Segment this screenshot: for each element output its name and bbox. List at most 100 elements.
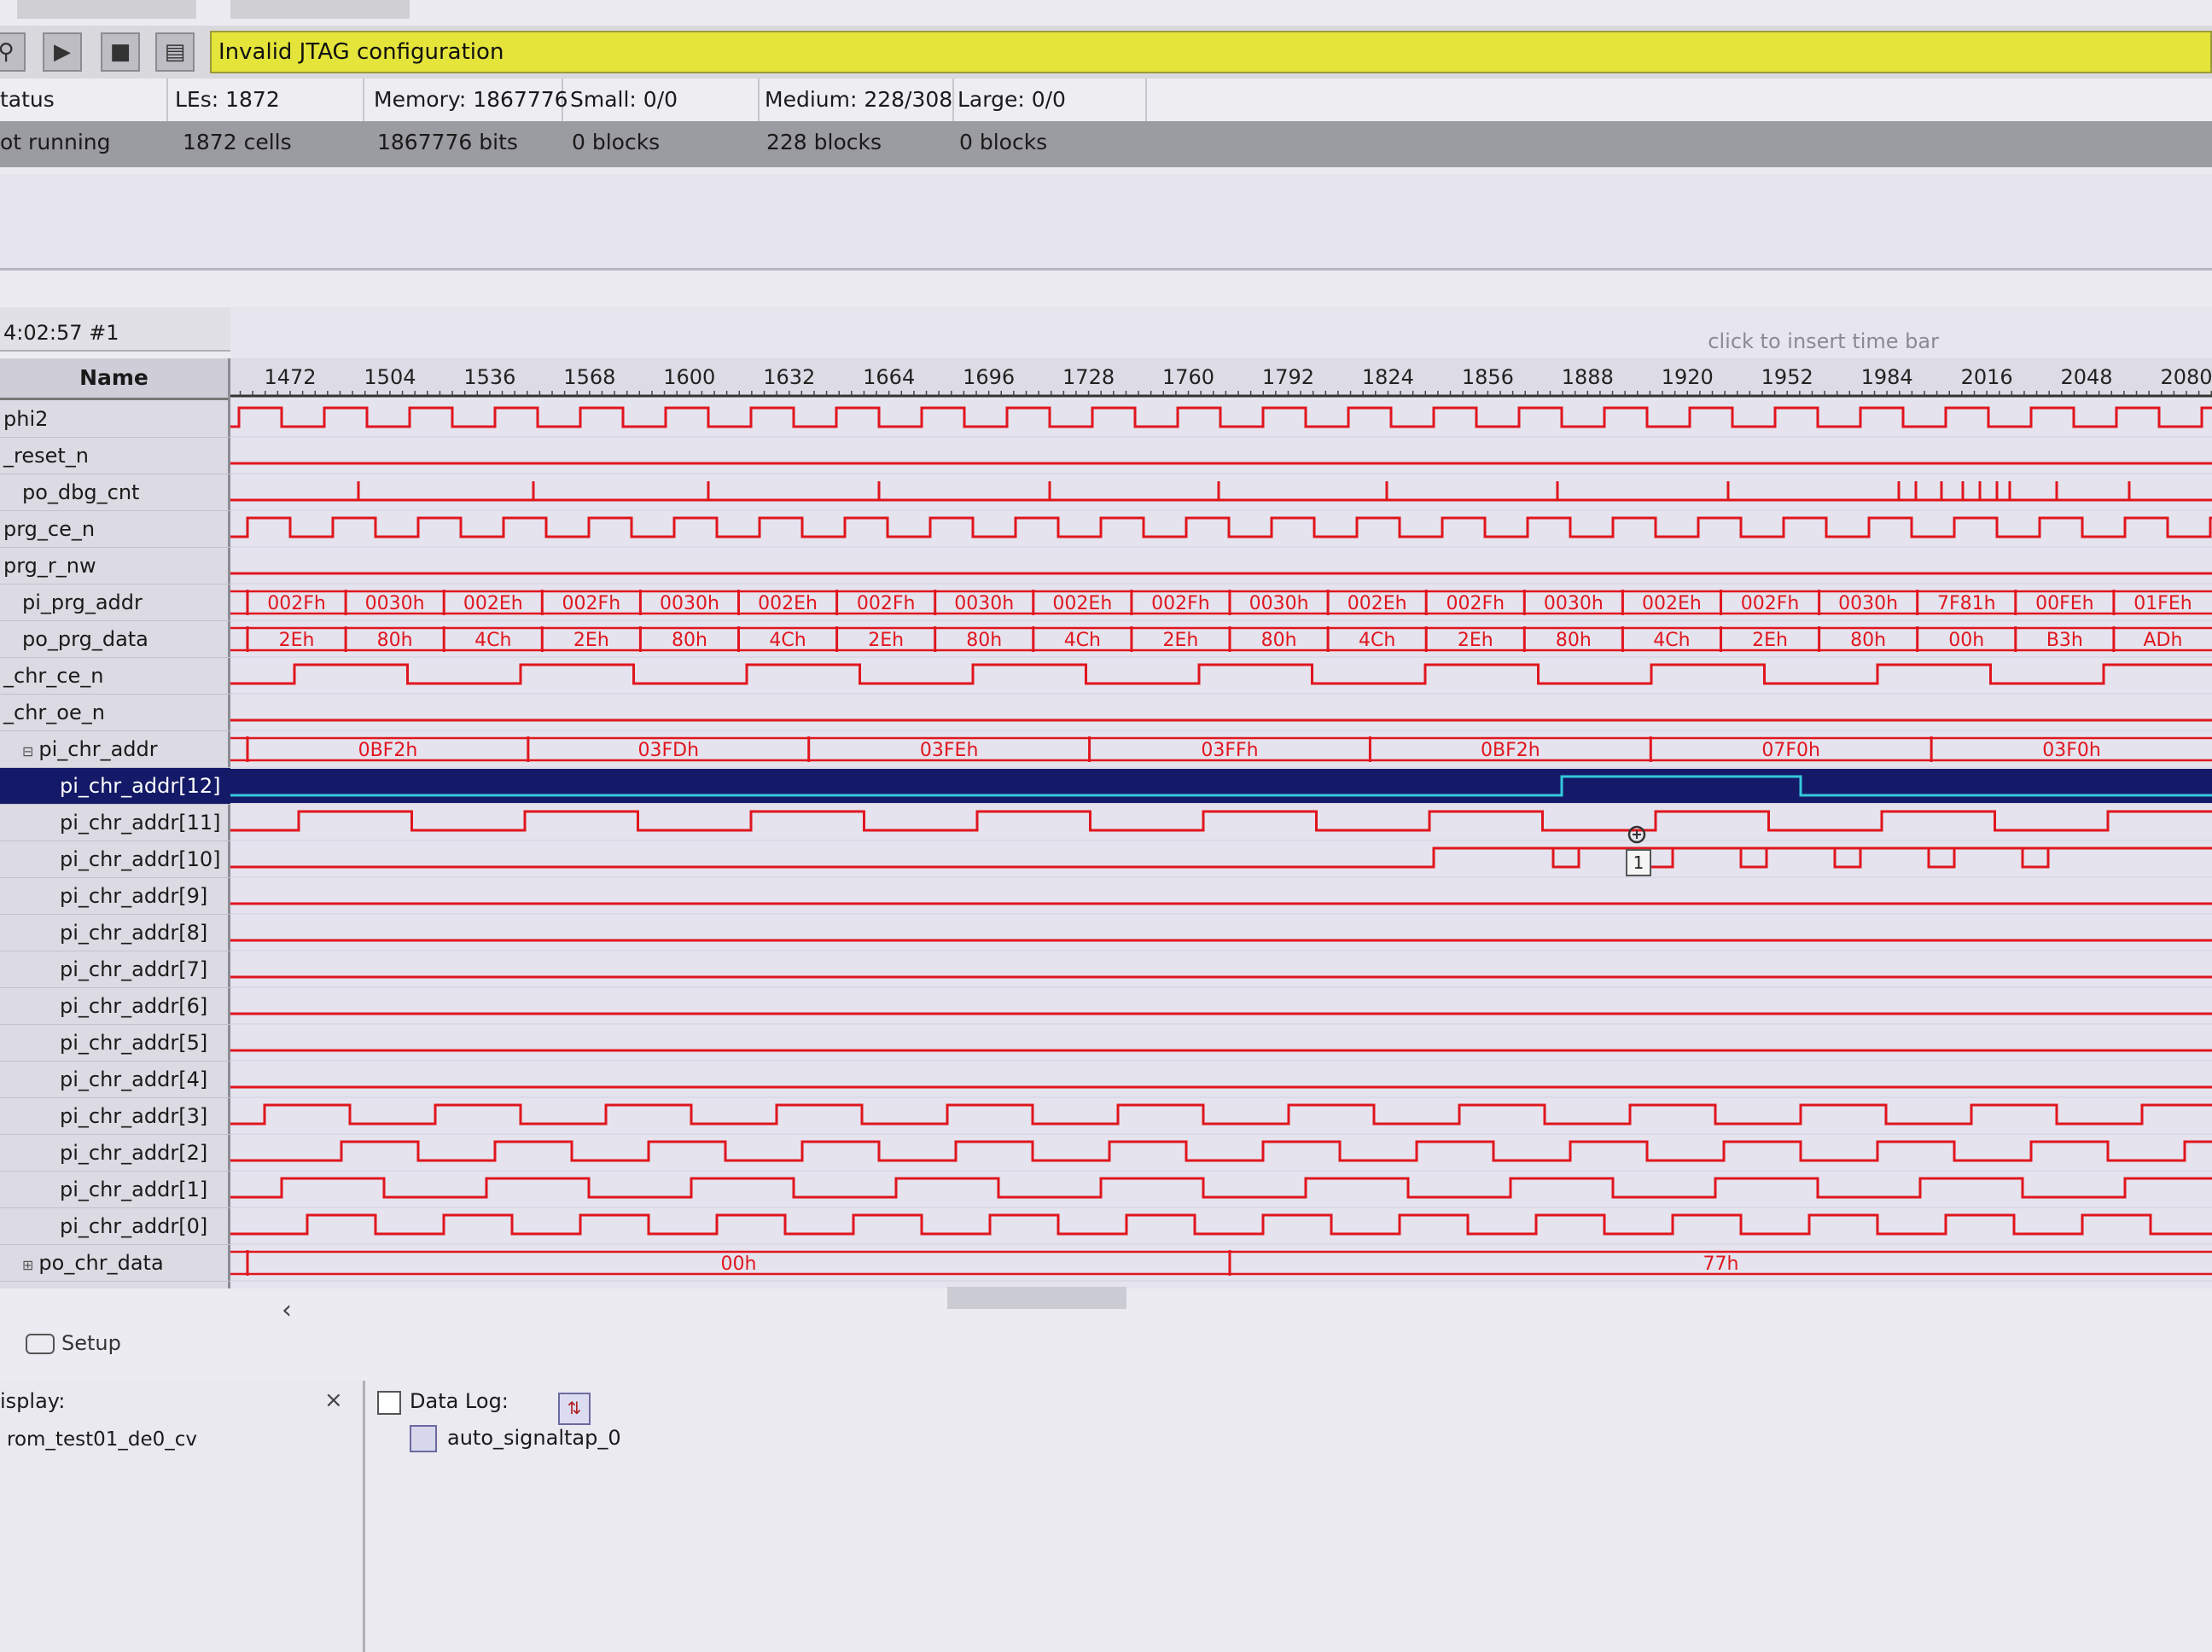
ruler-tick-label: 1504 xyxy=(364,365,416,389)
val-small: 0 blocks xyxy=(572,130,661,154)
instance-manager-empty xyxy=(0,174,2212,270)
bus-value: 03FEh xyxy=(920,740,979,761)
signal-row[interactable]: prg_r_nw xyxy=(0,548,231,585)
signal-row[interactable]: _chr_ce_n xyxy=(0,658,231,695)
toolbar: ⚲ ▶ ■ ▤ Invalid JTAG configuration xyxy=(0,26,2212,79)
bus-value: 002Eh xyxy=(1348,593,1407,614)
signal-row[interactable]: po_prg_data xyxy=(0,621,250,658)
insert-time-bar-hint[interactable]: click to insert time bar xyxy=(1708,329,1939,353)
wave-row[interactable] xyxy=(230,1085,2212,1098)
ruler-tick-label: 1760 xyxy=(1162,365,1214,389)
signal-name: pi_chr_addr[0] xyxy=(60,1214,208,1238)
signal-name: prg_r_nw xyxy=(3,554,96,578)
val-status: ot running xyxy=(0,130,111,154)
resource-header-row: tatus LEs: 1872 Memory: 1867776 Small: 0… xyxy=(0,79,2212,121)
data-log-checkbox[interactable] xyxy=(377,1391,401,1415)
menu-item-processing[interactable] xyxy=(230,0,410,19)
wave-trace xyxy=(230,406,2212,428)
signal-row[interactable]: ⊟ pi_chr_addr xyxy=(0,731,250,768)
wave-row[interactable]: 00h 77h xyxy=(230,1250,2212,1282)
bus-value: 002Fh xyxy=(562,593,621,614)
wave-row[interactable] xyxy=(230,462,2212,474)
waveform-canvas[interactable]: 1472 1504 1536 1568 1600 1632 1664 1696 1728 1760… xyxy=(230,358,2212,1288)
bus-value: 80h xyxy=(1850,630,1886,651)
wave-row[interactable] xyxy=(230,663,2212,695)
bus-value: 002Eh xyxy=(463,593,523,614)
signal-name: pi_chr_addr[12] xyxy=(60,774,221,798)
bus-value: 80h xyxy=(966,630,1002,651)
wave-row[interactable] xyxy=(230,572,2212,585)
bus-value: 80h xyxy=(672,630,707,651)
bus-value: 2Eh xyxy=(573,630,609,651)
wave-row[interactable] xyxy=(230,1213,2212,1245)
bus-value: 2Eh xyxy=(1163,630,1199,651)
signal-name: po_prg_data xyxy=(22,627,148,651)
run-icon[interactable]: ▶ xyxy=(43,32,82,72)
time-bar-strip[interactable]: click to insert time bar xyxy=(230,307,2212,360)
magnifier-icon[interactable]: ⚲ xyxy=(0,32,26,72)
expand-icon[interactable]: ⊞ xyxy=(22,1257,33,1273)
wave-row[interactable] xyxy=(230,718,2212,731)
signal-name: pi_chr_addr[3] xyxy=(60,1104,208,1128)
waveform-area[interactable]: 1472 1504 1536 1568 1600 1632 1664 1696 1728 1760… xyxy=(230,358,2212,1288)
wave-trace xyxy=(230,663,2212,685)
wave-row[interactable] xyxy=(230,975,2212,988)
instance-item[interactable]: auto_signaltap_0 xyxy=(410,1425,621,1452)
wave-row[interactable] xyxy=(230,810,2212,841)
signal-row[interactable]: _chr_oe_n xyxy=(0,695,231,731)
wave-row[interactable] xyxy=(230,481,2212,511)
setup-tab[interactable]: Setup xyxy=(26,1331,121,1355)
close-icon[interactable]: × xyxy=(324,1387,343,1413)
col-memory: Memory: 1867776 xyxy=(374,79,568,121)
collapse-icon[interactable]: ⊟ xyxy=(22,743,33,759)
hierarchy-item[interactable]: rom_test01_de0_cv xyxy=(7,1428,197,1451)
ruler-tick-label: 1568 xyxy=(563,365,615,389)
data-log-icon[interactable]: ⇅ xyxy=(558,1393,591,1425)
wave-row[interactable] xyxy=(230,1012,2212,1025)
signal-row[interactable]: prg_ce_n xyxy=(0,511,231,548)
wave-trace xyxy=(230,1177,2212,1199)
wave-row[interactable] xyxy=(230,1103,2212,1135)
wave-row[interactable] xyxy=(230,1177,2212,1208)
signal-name: phi2 xyxy=(3,407,49,431)
bus-value: 4Ch xyxy=(769,630,806,651)
signal-name: po_chr_data xyxy=(38,1251,164,1275)
time-ruler[interactable]: 1472 1504 1536 1568 1600 1632 1664 1696 1728 1760… xyxy=(230,358,2212,398)
bus-value: 4Ch xyxy=(1064,630,1101,651)
bus-value: 002Fh xyxy=(1151,593,1210,614)
signal-row[interactable]: ⊞ po_chr_data xyxy=(0,1245,250,1282)
read-data-icon[interactable]: ▤ xyxy=(155,32,195,72)
hierarchy-display-pane: isplay: × rom_test01_de0_cv xyxy=(0,1381,365,1652)
stop-icon[interactable]: ■ xyxy=(101,32,140,72)
signal-row[interactable]: _reset_n xyxy=(0,438,231,474)
wave-row[interactable]: 2Eh 80h 4Ch 2Eh 80h 4Ch 2Eh 80h 4Ch 2Eh 80h 4Ch 2Eh 8… xyxy=(230,626,2212,658)
signal-row[interactable]: pi_prg_addr xyxy=(0,585,250,621)
wave-row[interactable] xyxy=(230,769,2212,805)
scroll-left-arrow[interactable]: ‹ xyxy=(282,1295,292,1325)
horizontal-scrollbar[interactable] xyxy=(947,1287,1126,1309)
wave-pulse xyxy=(2021,848,2050,869)
wave-row[interactable] xyxy=(230,902,2212,915)
bus-value: 80h xyxy=(1556,630,1592,651)
ruler-tick-label: 1920 xyxy=(1662,365,1714,389)
wave-trace xyxy=(230,1103,2212,1126)
wave-row[interactable] xyxy=(230,939,2212,951)
name-column-header[interactable]: Name xyxy=(0,358,228,400)
signal-row[interactable]: phi2 xyxy=(0,401,231,438)
mouse-cursor: 1 xyxy=(1626,825,1651,876)
resource-value-row[interactable]: ot running 1872 cells 1867776 bits 0 blo… xyxy=(0,121,2212,167)
hierarchy-display-label: isplay: xyxy=(0,1389,66,1413)
wave-row[interactable] xyxy=(230,406,2212,438)
wave-row[interactable] xyxy=(230,1140,2212,1172)
menu-item-project[interactable] xyxy=(17,0,196,19)
wave-row[interactable] xyxy=(230,1049,2212,1062)
signal-row[interactable]: po_dbg_cnt xyxy=(0,474,250,511)
bus-value: 0BF2h xyxy=(358,740,418,761)
wave-row[interactable]: 002Fh 0030h 002Eh 002Fh 0030h 002Eh 002Fh 0030h… xyxy=(230,590,2212,621)
col-large: Large: 0/0 xyxy=(958,79,1147,121)
wave-row[interactable] xyxy=(230,516,2212,548)
signal-name: prg_ce_n xyxy=(3,517,96,541)
wave-row[interactable] xyxy=(230,846,2212,878)
wave-row[interactable]: 0BF2h 03FDh 03FEh 03FFh 0BF2h 07F0h 03F0h xyxy=(230,736,2212,768)
ruler-tick-label: 1664 xyxy=(863,365,915,389)
